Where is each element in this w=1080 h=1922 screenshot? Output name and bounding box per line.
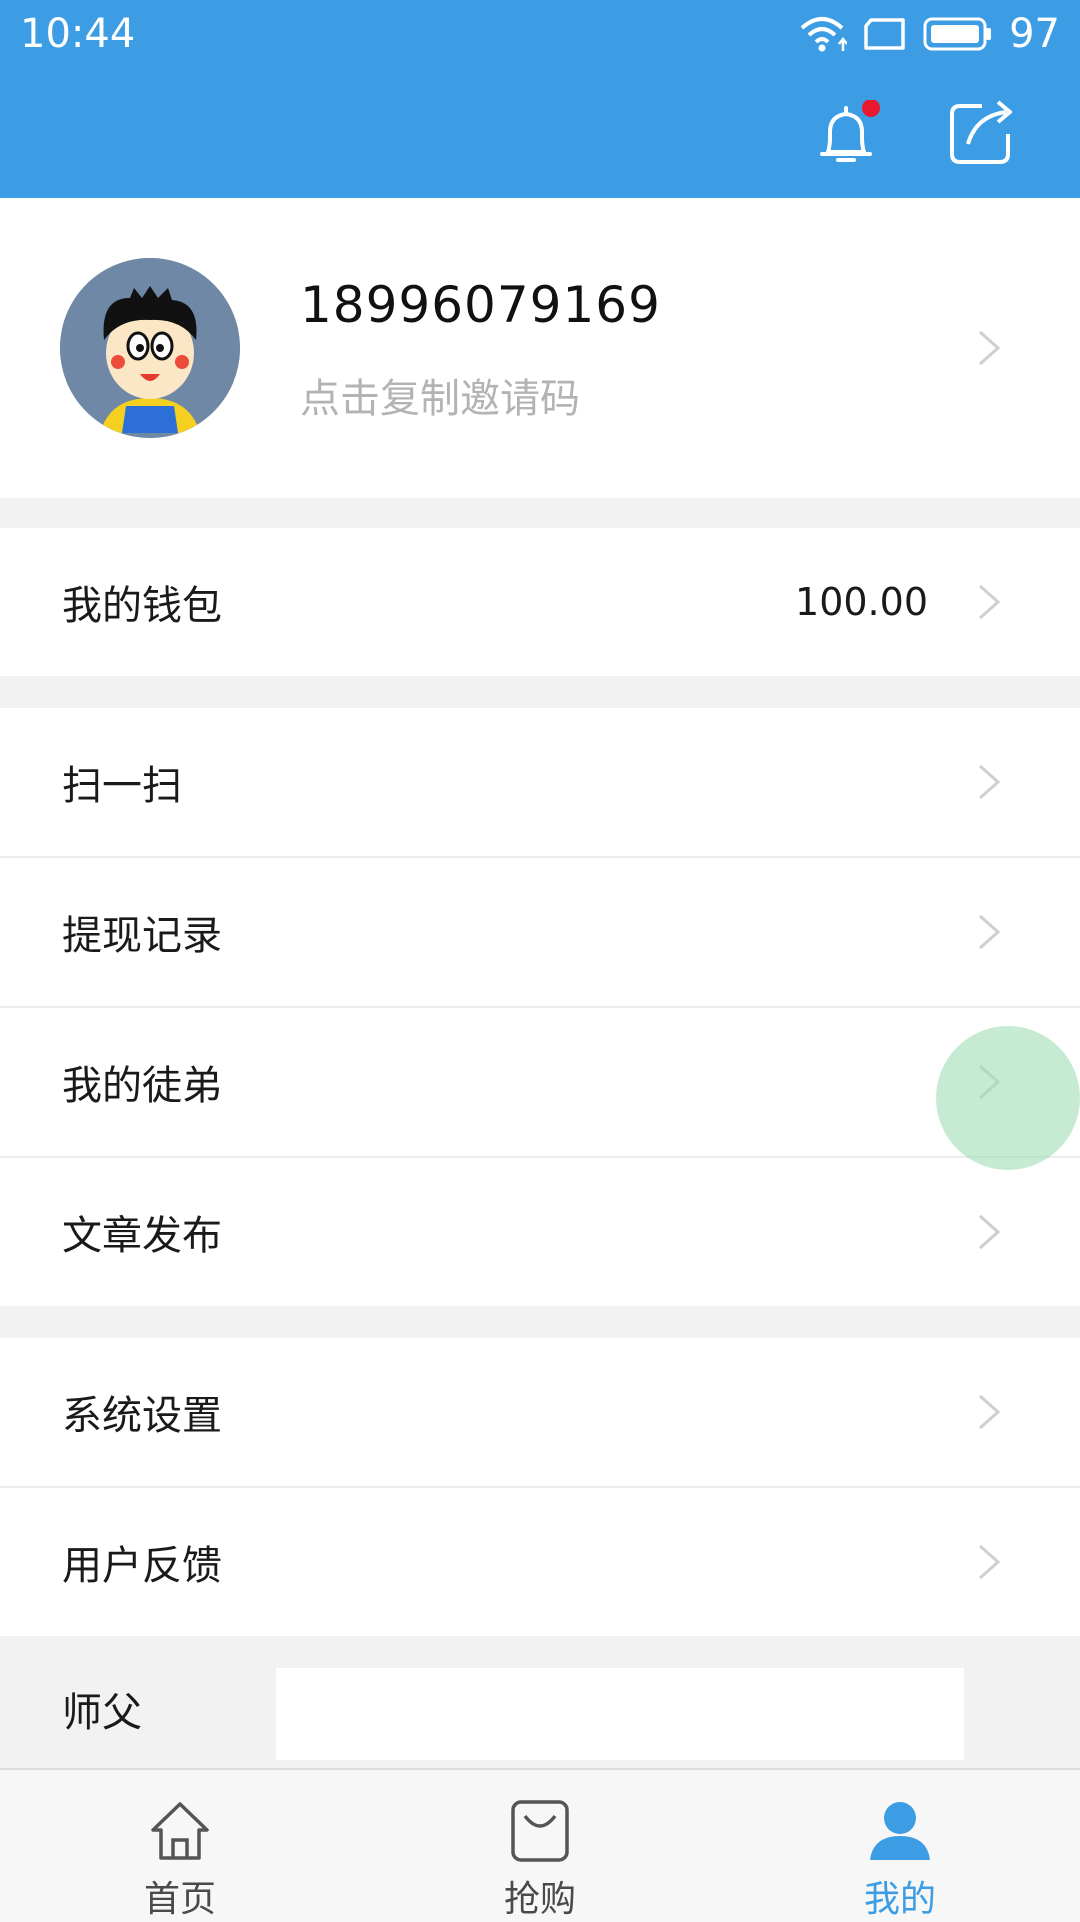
wallet-balance: 100.00 [795, 580, 928, 624]
menu-item-label: 用户反馈 [62, 1543, 222, 1589]
menu-item-user-feedback[interactable]: 用户反馈 [0, 1488, 1080, 1636]
user-icon [865, 1798, 935, 1864]
tab-mine[interactable]: 我的 [720, 1770, 1080, 1922]
menu-item-label: 文章发布 [62, 1213, 222, 1259]
battery-icon [923, 16, 993, 52]
chevron-right-icon [976, 1542, 1002, 1582]
menu-item-my-apprentices[interactable]: 我的徒弟 [0, 1008, 1080, 1156]
bell-icon [820, 99, 880, 162]
wifi-icon [797, 14, 848, 54]
share-button[interactable] [946, 96, 1020, 170]
battery-level: 97 [1009, 11, 1060, 57]
wallet-row[interactable]: 我的钱包 100.00 [0, 528, 1080, 676]
menu-item-system-settings[interactable]: 系统设置 [0, 1338, 1080, 1486]
menu-item-publish-article[interactable]: 文章发布 [0, 1158, 1080, 1306]
home-icon [145, 1798, 215, 1864]
phone-number: 18996079169 [300, 276, 661, 334]
menu-item-label: 系统设置 [62, 1393, 222, 1439]
master-label: 师父 [62, 1690, 142, 1736]
status-time: 10:44 [20, 11, 136, 57]
copy-invite-code-hint[interactable]: 点击复制邀请码 [300, 366, 580, 424]
profile-card[interactable]: 18996079169 点击复制邀请码 [0, 198, 1080, 498]
avatar-cartoon-icon [60, 258, 240, 438]
tab-label: 我的 [863, 1879, 936, 1920]
top-app-bar: 10:44 97 [0, 0, 1080, 198]
tab-home[interactable]: 首页 [0, 1770, 360, 1922]
chevron-right-icon [976, 328, 1002, 368]
menu-item-label: 提现记录 [62, 913, 222, 959]
avatar[interactable] [60, 258, 240, 438]
chevron-right-icon [976, 762, 1002, 802]
chevron-right-icon [976, 912, 1002, 952]
master-input[interactable] [276, 1668, 964, 1760]
menu-item-label: 我的徒弟 [62, 1063, 222, 1109]
share-icon [950, 100, 1012, 164]
floating-touch-indicator [936, 1026, 1080, 1170]
tab-label: 抢购 [503, 1879, 576, 1920]
status-icons: 97 [797, 8, 1060, 60]
bottom-tab-bar: 首页 抢购 我的 [0, 1768, 1080, 1922]
chevron-right-icon [976, 1212, 1002, 1252]
menu-item-withdraw-records[interactable]: 提现记录 [0, 858, 1080, 1006]
chevron-right-icon [976, 582, 1002, 622]
menu-item-scan[interactable]: 扫一扫 [0, 708, 1080, 856]
notification-bell-button[interactable] [816, 99, 880, 172]
shopping-bag-icon [505, 1798, 575, 1864]
menu-item-label: 扫一扫 [62, 763, 182, 809]
wallet-label: 我的钱包 [62, 583, 222, 629]
chevron-right-icon [976, 1392, 1002, 1432]
sim-card-icon [863, 17, 907, 51]
tab-flash-sale[interactable]: 抢购 [360, 1770, 720, 1922]
tab-label: 首页 [143, 1879, 216, 1920]
